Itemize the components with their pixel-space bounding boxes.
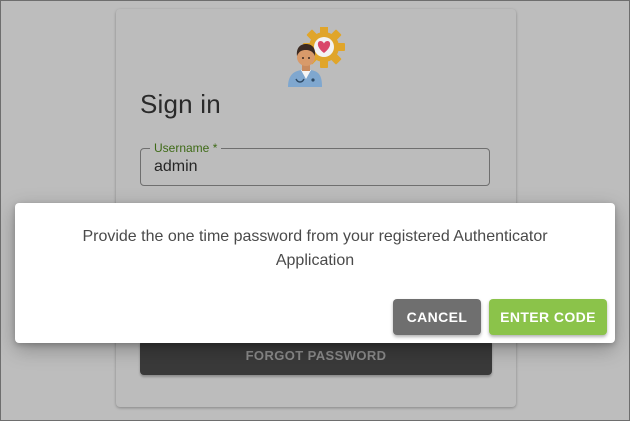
username-field[interactable]: Username * admin	[140, 141, 490, 186]
username-input[interactable]: admin	[154, 158, 198, 176]
username-label: Username *	[150, 141, 222, 155]
doctor-logo-icon	[284, 26, 350, 89]
page-title: Sign in	[140, 89, 221, 119]
forgot-password-button[interactable]: FORGOT PASSWORD	[140, 340, 492, 375]
cancel-button[interactable]: CANCEL	[393, 299, 481, 335]
enter-code-button[interactable]: ENTER CODE	[489, 299, 607, 335]
otp-dialog: Provide the one time password from your …	[15, 203, 615, 343]
dialog-message: Provide the one time password from your …	[82, 228, 548, 269]
